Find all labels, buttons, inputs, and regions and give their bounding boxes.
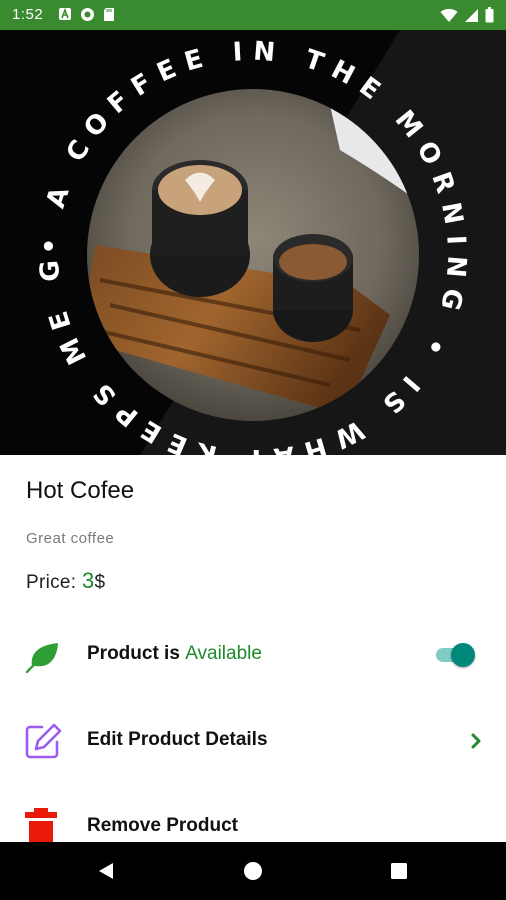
leaf-icon	[25, 643, 58, 674]
notification-circle-icon	[81, 8, 94, 21]
signal-icon	[465, 8, 478, 22]
price-currency: $	[94, 572, 106, 593]
notification-a-icon	[59, 7, 71, 20]
home-icon[interactable]	[243, 861, 263, 881]
toggle-thumb	[451, 643, 475, 667]
status-bar: 1:52	[0, 0, 506, 30]
chevron-right-icon	[471, 733, 481, 749]
product-image: • A COFFEE IN THE MORNING • IS WHAT KEEP…	[0, 30, 506, 455]
battery-icon	[485, 7, 494, 23]
status-time: 1:52	[12, 6, 44, 23]
price-row: Price: 3$	[26, 568, 105, 594]
trash-icon	[25, 808, 57, 846]
availability-label: Product is Available	[87, 643, 262, 665]
edit-product-label: Edit Product Details	[87, 729, 268, 750]
recents-icon[interactable]	[390, 862, 408, 880]
edit-product-row[interactable]: Edit Product Details	[0, 711, 506, 771]
system-navigation-bar	[0, 842, 506, 900]
wifi-icon	[440, 8, 458, 22]
product-name: Hot Cofee	[26, 477, 135, 504]
availability-status: Available	[185, 643, 262, 664]
availability-toggle[interactable]	[434, 643, 476, 667]
price-label: Price:	[26, 572, 77, 593]
product-description: Great coffee	[26, 530, 115, 547]
back-icon[interactable]	[96, 861, 116, 881]
remove-product-label: Remove Product	[87, 815, 238, 836]
coffee-illustration: • A COFFEE IN THE MORNING • IS WHAT KEEP…	[0, 30, 506, 455]
product-details: Hot Cofee Great coffee Price: 3$ Product…	[0, 455, 506, 846]
edit-icon	[25, 723, 62, 759]
sd-card-icon	[104, 8, 114, 21]
availability-prefix: Product is	[87, 643, 186, 664]
availability-row[interactable]: Product is Available	[0, 625, 506, 685]
price-value: 3	[81, 568, 95, 593]
